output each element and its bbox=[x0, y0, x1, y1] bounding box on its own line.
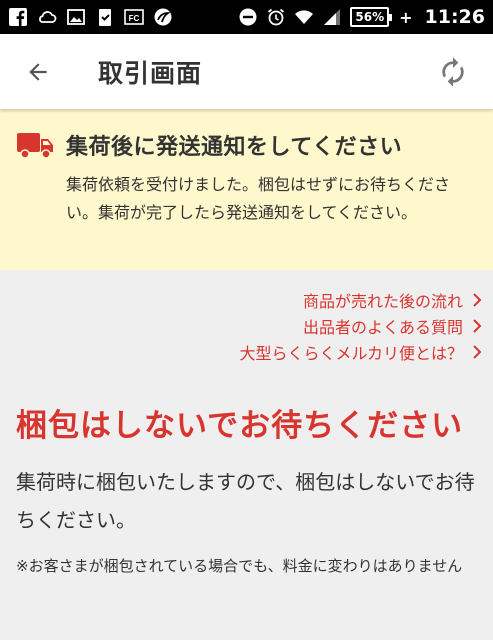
link-label: 大型らくらくメルカリ便とは？ bbox=[239, 344, 463, 363]
main-note: ※お客さまが梱包されている場合でも、料金に変わりはありません bbox=[16, 557, 463, 575]
fc-app-icon: FC bbox=[124, 7, 144, 27]
notice-body: 集荷依頼を受付けました。梱包はせずにお待ちください。集荷が完了したら発送通知をし… bbox=[66, 175, 451, 222]
chevron-right-icon bbox=[473, 319, 482, 333]
main-heading: 梱包はしないでお待ちください bbox=[16, 408, 464, 444]
notice-title: 集荷後に発送通知をしてください bbox=[66, 135, 403, 160]
refresh-button[interactable] bbox=[433, 52, 473, 92]
link-label: 出品者のよくある質問 bbox=[302, 318, 463, 337]
battery-indicator: 56% bbox=[350, 7, 392, 27]
cloud-icon bbox=[37, 7, 57, 27]
alarm-icon bbox=[266, 7, 286, 27]
main-content: 梱包はしないでお待ちください 集荷時に梱包いたしますので、梱包はしないでお待ちく… bbox=[16, 400, 481, 580]
battery-level: 56% bbox=[355, 10, 385, 24]
facebook-icon bbox=[8, 7, 28, 27]
wifi-icon bbox=[294, 7, 314, 27]
clipboard-check-icon bbox=[95, 7, 115, 27]
back-button[interactable] bbox=[18, 52, 58, 92]
help-links: 商品が売れた後の流れ 出品者のよくある質問 大型らくらくメルカリ便とは？ bbox=[239, 287, 483, 365]
charging-indicator: + bbox=[399, 7, 413, 27]
link-seller-faq[interactable]: 出品者のよくある質問 bbox=[239, 313, 483, 339]
do-not-disturb-icon bbox=[238, 7, 258, 27]
arrow-left-icon bbox=[29, 62, 47, 81]
clock: 11:26 bbox=[424, 6, 485, 28]
chevron-right-icon bbox=[473, 345, 482, 359]
truck-icon bbox=[16, 130, 54, 160]
refresh-icon bbox=[442, 56, 464, 87]
image-icon bbox=[66, 7, 86, 27]
signal-icon bbox=[322, 7, 342, 27]
app-bar: 取引画面 bbox=[0, 34, 493, 109]
shipping-notice: 集荷後に発送通知をしてください 集荷依頼を受付けました。梱包はせずにお待ちくださ… bbox=[0, 109, 493, 270]
link-label: 商品が売れた後の流れ bbox=[302, 292, 463, 311]
svg-text:FC: FC bbox=[129, 14, 140, 23]
main-body: 集荷時に梱包いたしますので、梱包はしないでお待ちください。 bbox=[16, 470, 475, 532]
page-title: 取引画面 bbox=[98, 58, 203, 88]
link-large-rakuraku[interactable]: 大型らくらくメルカリ便とは？ bbox=[239, 339, 483, 365]
browser-icon bbox=[153, 7, 173, 27]
chevron-right-icon bbox=[473, 293, 482, 307]
status-bar: FC 56% + 11:26 bbox=[0, 0, 493, 34]
link-flow-after-sale[interactable]: 商品が売れた後の流れ bbox=[239, 287, 483, 313]
